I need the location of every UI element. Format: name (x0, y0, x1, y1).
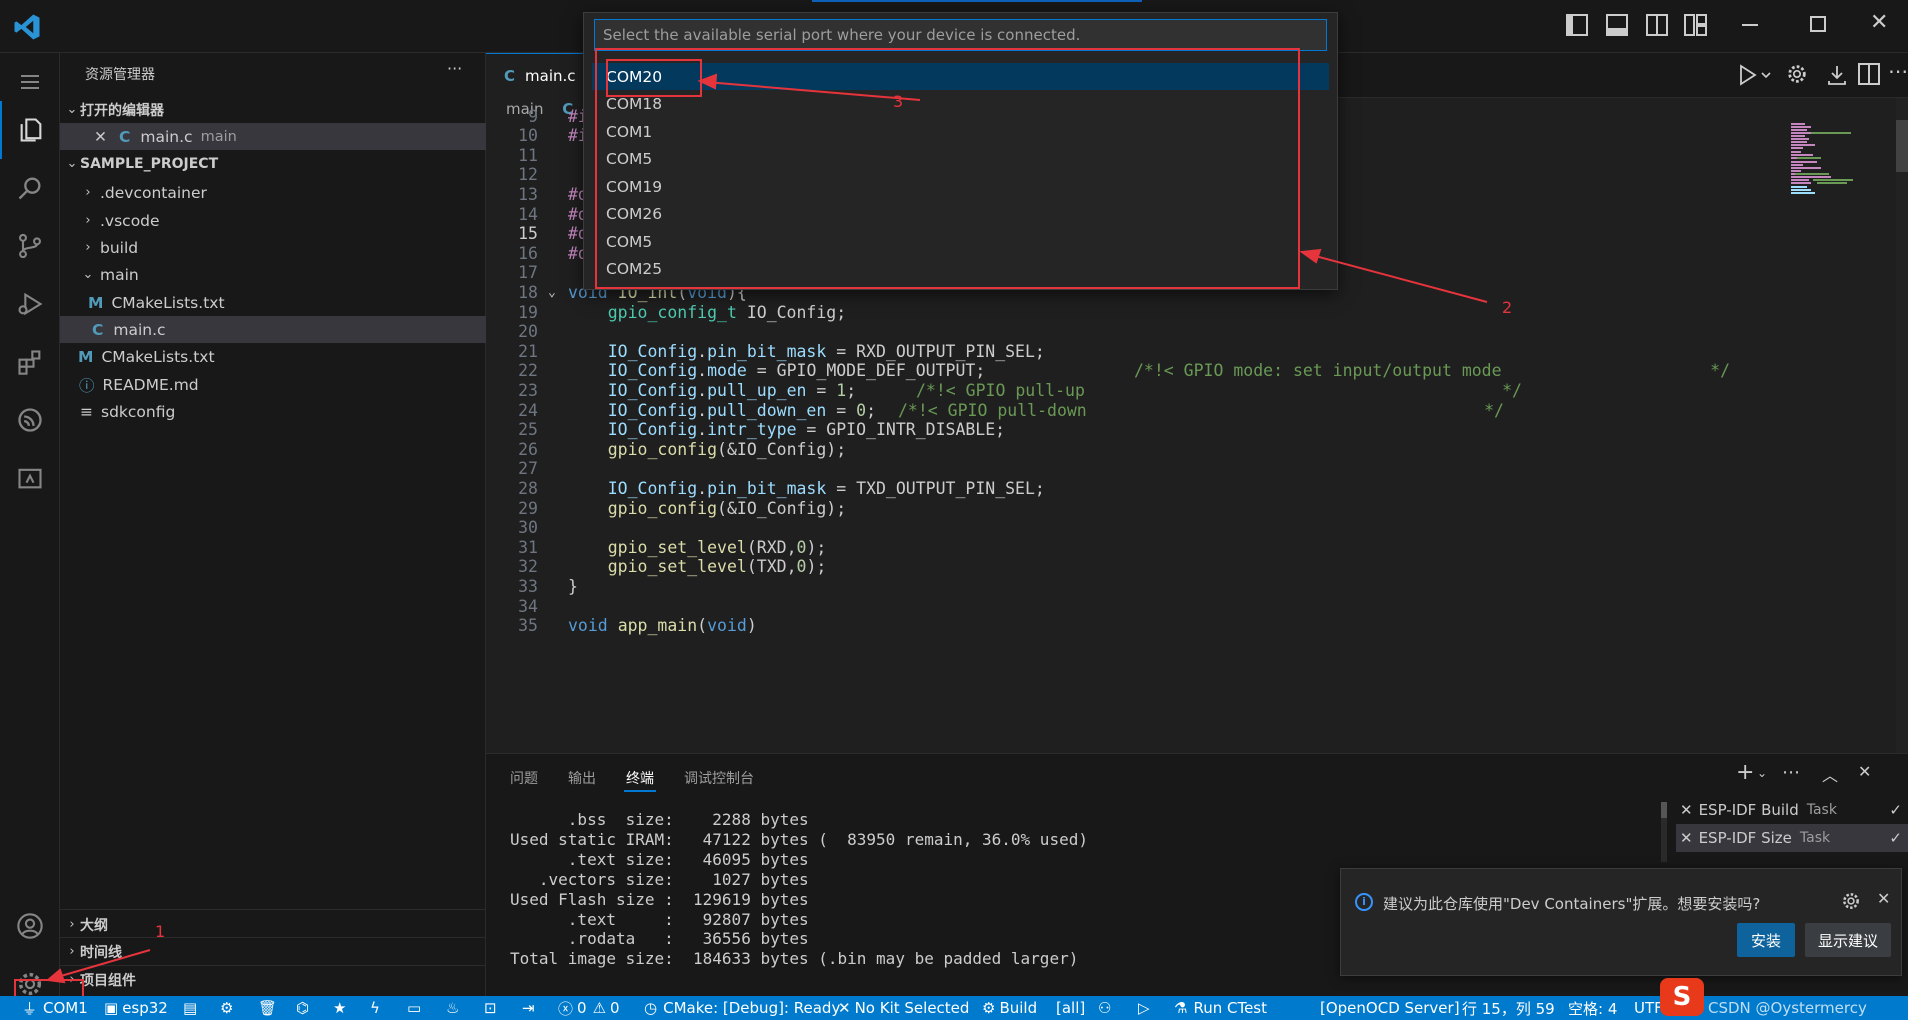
build-item[interactable]: ⚙ Build (982, 996, 1037, 1020)
annotation-label-3: 3 (893, 92, 904, 111)
plug-icon: ⏚ (22, 999, 38, 1018)
problems-item[interactable]: ⓧ 0 ⚠ 0 (558, 996, 620, 1020)
kit-label: No Kit Selected (854, 999, 970, 1017)
chip-icon: ▣ (104, 999, 119, 1017)
build-flash-monitor-icon[interactable]: ♨ (446, 996, 459, 1020)
flask-icon: ⚗ (1174, 999, 1188, 1017)
openocd-item[interactable]: [OpenOCD Server] (1320, 996, 1460, 1020)
workspace-folder-icon[interactable]: ▤ (183, 996, 197, 1020)
error-icon: ⓧ (558, 999, 574, 1018)
debug-icon[interactable]: ⚇ (1098, 996, 1111, 1020)
watermark: CSDN @Oystermercy (1708, 999, 1867, 1017)
warning-count: 0 (610, 999, 620, 1017)
serial-port-item[interactable]: ⏚ COM1 (22, 996, 88, 1020)
terminal-icon[interactable]: ⊡ (484, 996, 497, 1020)
build-label: Build (999, 999, 1038, 1017)
status-bar: ⏚ COM1 ▣ esp32 ▤ ⚙ 🗑 ⌬ ★ ϟ ▭ ♨ ⊡ ⇥ ⓧ 0 ⚠ 0 ◷… (0, 978, 1908, 1020)
cmake-status-label: CMake: [Debug]: Ready (663, 999, 841, 1017)
gear-icon: ⚙ (982, 999, 996, 1017)
serial-port-label: COM1 (43, 999, 88, 1017)
build-target-item[interactable]: [all] (1056, 996, 1085, 1020)
target-label: esp32 (122, 999, 168, 1017)
annotation-arrows (45, 73, 1488, 984)
indentation[interactable]: 空格: 4 (1568, 996, 1617, 1020)
annotation-label-2: 2 (1502, 298, 1513, 317)
encoding[interactable]: UTF (1634, 996, 1663, 1020)
annotation-label-1: 1 (155, 922, 166, 941)
flash-method-icon[interactable]: ★ (333, 996, 346, 1020)
cursor-position[interactable]: 行 15，列 59 (1462, 996, 1555, 1020)
sogou-logo-icon: S (1660, 978, 1704, 1016)
error-count: 0 (577, 999, 587, 1017)
warning-icon: ⚠ (592, 999, 607, 1017)
run-icon[interactable]: ▷ (1138, 996, 1150, 1020)
kit-item[interactable]: ✕ No Kit Selected (838, 996, 969, 1020)
monitor-icon[interactable]: ▭ (407, 996, 421, 1020)
launch-icon[interactable]: ⇥ (522, 996, 535, 1020)
build-icon[interactable]: ⌬ (296, 996, 309, 1020)
sdkconfig-editor-icon[interactable]: ⚙ (220, 996, 233, 1020)
full-clean-icon[interactable]: 🗑 (258, 996, 277, 1020)
cmake-status-item[interactable]: ◷ CMake: [Debug]: Ready (644, 996, 840, 1020)
flash-icon[interactable]: ϟ (370, 996, 380, 1020)
clock-icon: ◷ (644, 999, 658, 1017)
target-item[interactable]: ▣ esp32 (104, 996, 168, 1020)
ctest-item[interactable]: ⚗ Run CTest (1174, 996, 1267, 1020)
ctest-label: Run CTest (1193, 999, 1267, 1017)
tools-icon: ✕ (838, 999, 851, 1017)
